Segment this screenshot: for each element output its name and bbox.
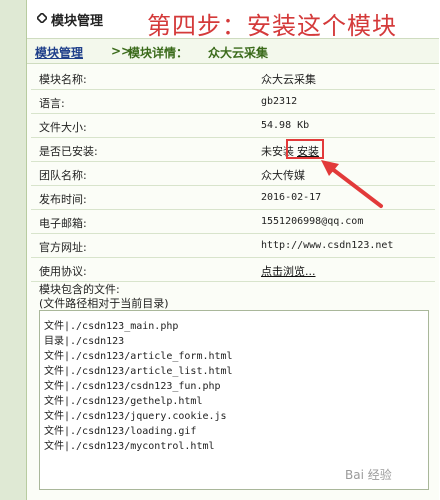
detail-key: 电子邮箱:	[39, 217, 87, 230]
breadcrumb: 模块管理 >> 模块详情： 众大云采集	[27, 39, 439, 64]
detail-row-license: 使用协议: 点击浏览...	[31, 259, 435, 282]
module-panel: 模块管理 第四步：安装这个模块 模块管理 >> 模块详情： 众大云采集 模块名称…	[26, 0, 439, 500]
detail-value: 54.98 Kb	[261, 120, 310, 131]
detail-value: 1551206998@qq.com	[261, 216, 364, 227]
detail-row-module-name: 模块名称: 众大云采集	[31, 67, 435, 90]
detail-key: 语言:	[39, 97, 65, 110]
breadcrumb-module-management-link[interactable]: 模块管理	[35, 44, 83, 61]
file-entry: 文件|./csdn123_main.php	[44, 321, 179, 332]
watermark: Bai 经验	[345, 468, 392, 482]
detail-row-language: 语言: gb2312	[31, 91, 435, 114]
detail-key: 团队名称:	[39, 169, 87, 182]
detail-key: 文件大小:	[39, 121, 87, 134]
file-entry: 文件|./csdn123/csdn123_fun.php	[44, 381, 221, 392]
step-annotation: 第四步：安装这个模块	[147, 12, 397, 40]
panel-header: 模块管理 第四步：安装这个模块	[27, 0, 439, 40]
detail-row-file-size: 文件大小: 54.98 Kb	[31, 115, 435, 138]
detail-key: 使用协议:	[39, 265, 87, 278]
detail-row-email: 电子邮箱: 1551206998@qq.com	[31, 211, 435, 234]
file-entry: 目录|./csdn123	[44, 336, 125, 347]
detail-key: 发布时间:	[39, 193, 87, 206]
file-entry: 文件|./csdn123/jquery.cookie.js	[44, 411, 227, 422]
breadcrumb-detail-label: 模块详情：	[128, 46, 189, 60]
detail-value: http://www.csdn123.net	[261, 240, 394, 251]
files-label: 模块包含的文件: (文件路径相对于当前目录)	[39, 283, 169, 311]
panel-title: 模块管理	[51, 14, 104, 29]
detail-key: 是否已安装:	[39, 145, 98, 158]
left-rail	[0, 0, 27, 500]
detail-key: 官方网址:	[39, 241, 87, 254]
detail-value: 2016-02-17	[261, 192, 322, 203]
file-entry: 文件|./csdn123/gethelp.html	[44, 396, 203, 407]
files-heading: 模块包含的文件:	[39, 283, 120, 296]
diamond-bullet-icon	[37, 13, 47, 23]
detail-key: 模块名称:	[39, 73, 87, 86]
detail-value: 众大传媒	[261, 169, 305, 182]
detail-row-website: 官方网址: http://www.csdn123.net	[31, 235, 435, 258]
red-arrow-icon	[321, 160, 383, 208]
detail-value: 众大云采集	[261, 73, 316, 86]
license-browse-link[interactable]: 点击浏览...	[261, 263, 316, 279]
detail-value: gb2312	[261, 96, 298, 107]
file-entry: 文件|./csdn123/loading.gif	[44, 426, 197, 437]
files-path-note: (文件路径相对于当前目录)	[39, 297, 169, 310]
files-listbox[interactable]: 文件|./csdn123_main.php 目录|./csdn123 文件|./…	[39, 310, 429, 490]
file-entry: 文件|./csdn123/article_form.html	[44, 351, 233, 362]
file-entry: 文件|./csdn123/article_list.html	[44, 366, 233, 377]
breadcrumb-module-name: 众大云采集	[208, 46, 269, 60]
file-entry: 文件|./csdn123/mycontrol.html	[44, 441, 215, 452]
